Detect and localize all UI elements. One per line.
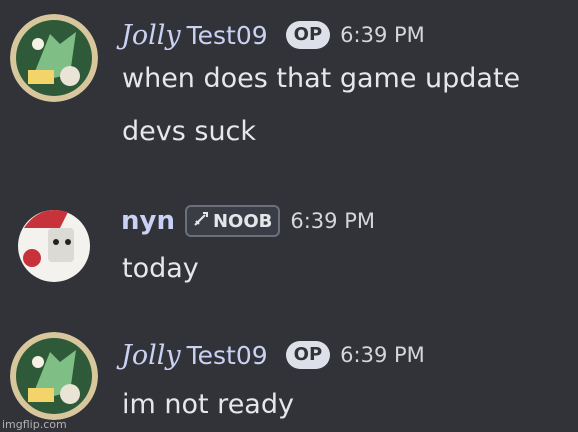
avatar-jolly[interactable] [10, 14, 98, 102]
avatar-jolly[interactable] [10, 332, 98, 420]
username-script[interactable]: Jolly [121, 20, 181, 51]
avatar-nyn[interactable] [10, 198, 98, 286]
timestamp: 6:39 PM [290, 209, 375, 233]
username[interactable]: Test09 [187, 341, 268, 370]
username-script[interactable]: Jolly [121, 340, 181, 371]
op-badge: OP [285, 341, 331, 369]
timestamp: 6:39 PM [340, 343, 425, 367]
message-text: when does that game update [122, 63, 521, 94]
timestamp: 6:39 PM [340, 23, 425, 47]
watermark: imgflip.com [2, 418, 67, 431]
message-header: nyn NOOB 6:39 PM [121, 204, 375, 238]
username[interactable]: Test09 [187, 21, 268, 50]
message-text: today [122, 253, 199, 284]
username[interactable]: nyn [121, 206, 175, 236]
sword-icon [193, 211, 213, 232]
message-text: im not ready [122, 389, 294, 420]
message-header: Jolly Test09 OP 6:39 PM [121, 18, 425, 52]
role-tag[interactable]: NOOB [184, 205, 281, 237]
message-header: Jolly Test09 OP 6:39 PM [121, 338, 425, 372]
role-tag-label: NOOB [212, 210, 273, 232]
op-badge: OP [285, 21, 331, 49]
message-text: devs suck [122, 116, 257, 147]
